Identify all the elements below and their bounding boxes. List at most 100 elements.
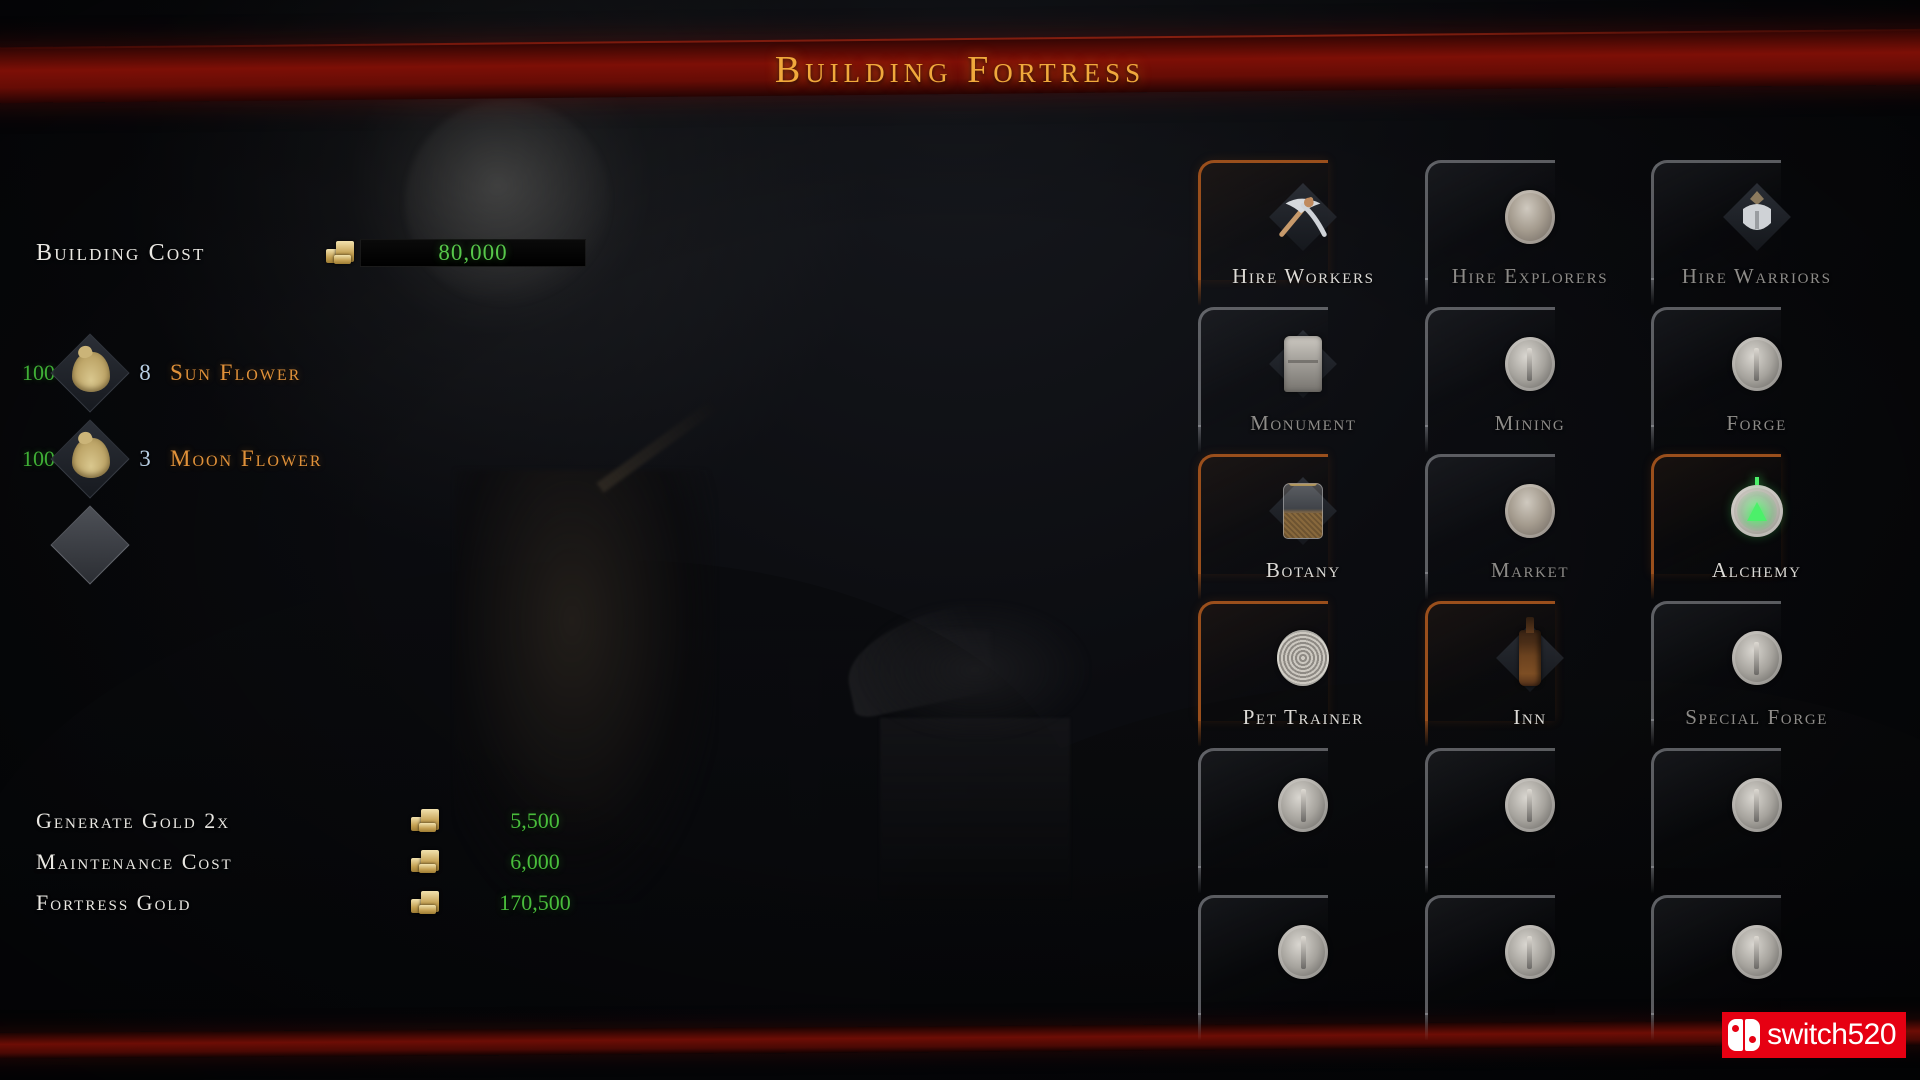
building-icon bbox=[1495, 770, 1565, 840]
resource-row-moon-flower: 100 3 Moon Flower bbox=[0, 416, 640, 502]
silver-coin-icon bbox=[1504, 925, 1555, 979]
silver-coin-icon bbox=[1504, 337, 1555, 391]
building-card-inn[interactable]: Inn bbox=[1417, 601, 1644, 748]
resource-required-amount: 8 bbox=[139, 360, 151, 385]
building-label: Special Forge bbox=[1685, 705, 1829, 729]
gold-coin-icon bbox=[410, 849, 442, 875]
resource-sack-glyph bbox=[72, 352, 110, 392]
building-card-botany[interactable]: Botany bbox=[1190, 454, 1417, 601]
building-card-locked-slot-14[interactable] bbox=[1417, 748, 1644, 895]
building-card-mining[interactable]: Mining bbox=[1417, 307, 1644, 454]
building-icon bbox=[1722, 329, 1792, 399]
building-card-alchemy[interactable]: Alchemy bbox=[1643, 454, 1870, 601]
stat-label: Fortress Gold bbox=[36, 889, 192, 915]
building-card-hire-warriors[interactable]: Hire Warriors bbox=[1643, 160, 1870, 307]
background-gargoyle bbox=[860, 600, 1090, 740]
stat-value: 6,000 bbox=[510, 848, 560, 874]
silver-coin-icon bbox=[1278, 778, 1329, 832]
fortress-stats-panel: Generate Gold 2x 5,500 Maintenance Cost … bbox=[0, 800, 640, 923]
building-icon bbox=[1268, 917, 1338, 987]
resource-row-sun-flower: 100 8 Sun Flower bbox=[0, 330, 640, 416]
pickaxe-icon bbox=[1279, 197, 1328, 237]
building-icon bbox=[1495, 476, 1565, 546]
resource-required-amount: 3 bbox=[139, 446, 151, 471]
building-icon bbox=[1268, 182, 1338, 252]
silver-coin-icon bbox=[1731, 337, 1782, 391]
game-screen: Building Fortress Building Cost 80,000 1… bbox=[0, 0, 1920, 1080]
building-card-pet-trainer[interactable]: Pet Trainer bbox=[1190, 601, 1417, 748]
building-icon bbox=[1722, 623, 1792, 693]
building-grid: Hire Workers Hire Explorers Hire Warriors M… bbox=[1190, 160, 1870, 1042]
building-icon bbox=[1722, 182, 1792, 252]
watermark-text: switch520 bbox=[1767, 1018, 1896, 1051]
monument-icon bbox=[1284, 336, 1323, 392]
building-icon bbox=[1495, 917, 1565, 987]
building-icon bbox=[1495, 182, 1565, 252]
building-card-special-forge[interactable]: Special Forge bbox=[1643, 601, 1870, 748]
building-icon bbox=[1268, 329, 1338, 399]
building-card-market[interactable]: Market bbox=[1417, 454, 1644, 601]
building-icon bbox=[1268, 770, 1338, 840]
empty-diamond-slot-icon bbox=[50, 505, 130, 585]
building-label: Hire Workers bbox=[1232, 264, 1375, 288]
silver-coin-icon bbox=[1731, 925, 1782, 979]
building-icon bbox=[1268, 476, 1338, 546]
building-label: Forge bbox=[1726, 411, 1787, 435]
building-card-locked-slot-13[interactable] bbox=[1190, 748, 1417, 895]
building-cost-value: 80,000 bbox=[438, 240, 508, 265]
stone-coin-icon bbox=[1504, 484, 1555, 538]
silver-coin-icon bbox=[1731, 778, 1782, 832]
building-icon bbox=[1495, 617, 1565, 693]
stat-value: 170,500 bbox=[499, 889, 571, 915]
resource-name: Sun Flower bbox=[170, 360, 302, 385]
building-icon bbox=[1722, 917, 1792, 987]
silver-coin-icon bbox=[1731, 631, 1782, 685]
building-card-locked-slot-17[interactable] bbox=[1417, 895, 1644, 1042]
stat-row-generate-gold: Generate Gold 2x 5,500 bbox=[0, 800, 640, 841]
seed-jar-icon bbox=[1283, 483, 1324, 539]
building-cost-label: Building Cost bbox=[36, 239, 206, 266]
building-card-forge[interactable]: Forge bbox=[1643, 307, 1870, 454]
building-card-hire-explorers[interactable]: Hire Explorers bbox=[1417, 160, 1644, 307]
building-cost-row: Building Cost 80,000 bbox=[0, 230, 640, 276]
resource-sack-glyph bbox=[72, 438, 110, 478]
watermark: switch520 bbox=[1722, 1012, 1906, 1058]
spiral-coin-icon bbox=[1277, 630, 1330, 686]
stat-label: Generate Gold 2x bbox=[36, 807, 231, 833]
page-title: Building Fortress bbox=[774, 49, 1146, 91]
stat-value: 5,500 bbox=[510, 807, 560, 833]
building-label: Botany bbox=[1265, 558, 1341, 582]
building-icon bbox=[1268, 623, 1338, 693]
gold-coin-icon bbox=[410, 808, 442, 834]
silver-coin-icon bbox=[1278, 925, 1329, 979]
stat-row-fortress-gold: Fortress Gold 170,500 bbox=[0, 882, 640, 923]
building-label: Pet Trainer bbox=[1242, 705, 1364, 729]
building-label: Hire Warriors bbox=[1681, 264, 1832, 288]
building-card-hire-workers[interactable]: Hire Workers bbox=[1190, 160, 1417, 307]
building-label: Alchemy bbox=[1711, 558, 1802, 582]
cost-panel: Building Cost 80,000 100 8 Sun Flower 10… bbox=[0, 230, 640, 588]
alchemy-flask-icon bbox=[1730, 476, 1783, 537]
building-label: Hire Explorers bbox=[1451, 264, 1609, 288]
building-label: Market bbox=[1490, 558, 1570, 582]
background-pedestal bbox=[880, 718, 1070, 898]
building-card-locked-slot-16[interactable] bbox=[1190, 895, 1417, 1042]
building-card-monument[interactable]: Monument bbox=[1190, 307, 1417, 454]
gold-coin-icon bbox=[410, 890, 442, 916]
warrior-helm-icon bbox=[1742, 191, 1771, 230]
resource-row-empty bbox=[0, 502, 640, 588]
building-card-locked-slot-15[interactable] bbox=[1643, 748, 1870, 895]
building-label: Monument bbox=[1250, 411, 1357, 435]
building-label: Inn bbox=[1513, 705, 1547, 729]
gold-coin-icon bbox=[325, 240, 357, 266]
building-icon bbox=[1722, 476, 1792, 546]
building-icon bbox=[1722, 770, 1792, 840]
resource-name: Moon Flower bbox=[170, 446, 323, 471]
building-icon bbox=[1495, 329, 1565, 399]
stat-label: Maintenance Cost bbox=[36, 848, 233, 874]
building-label: Mining bbox=[1494, 411, 1566, 435]
stat-row-maintenance-cost: Maintenance Cost 6,000 bbox=[0, 841, 640, 882]
nintendo-switch-logo bbox=[1728, 1019, 1761, 1051]
bottle-icon bbox=[1518, 617, 1541, 686]
stone-coin-icon bbox=[1504, 190, 1555, 244]
